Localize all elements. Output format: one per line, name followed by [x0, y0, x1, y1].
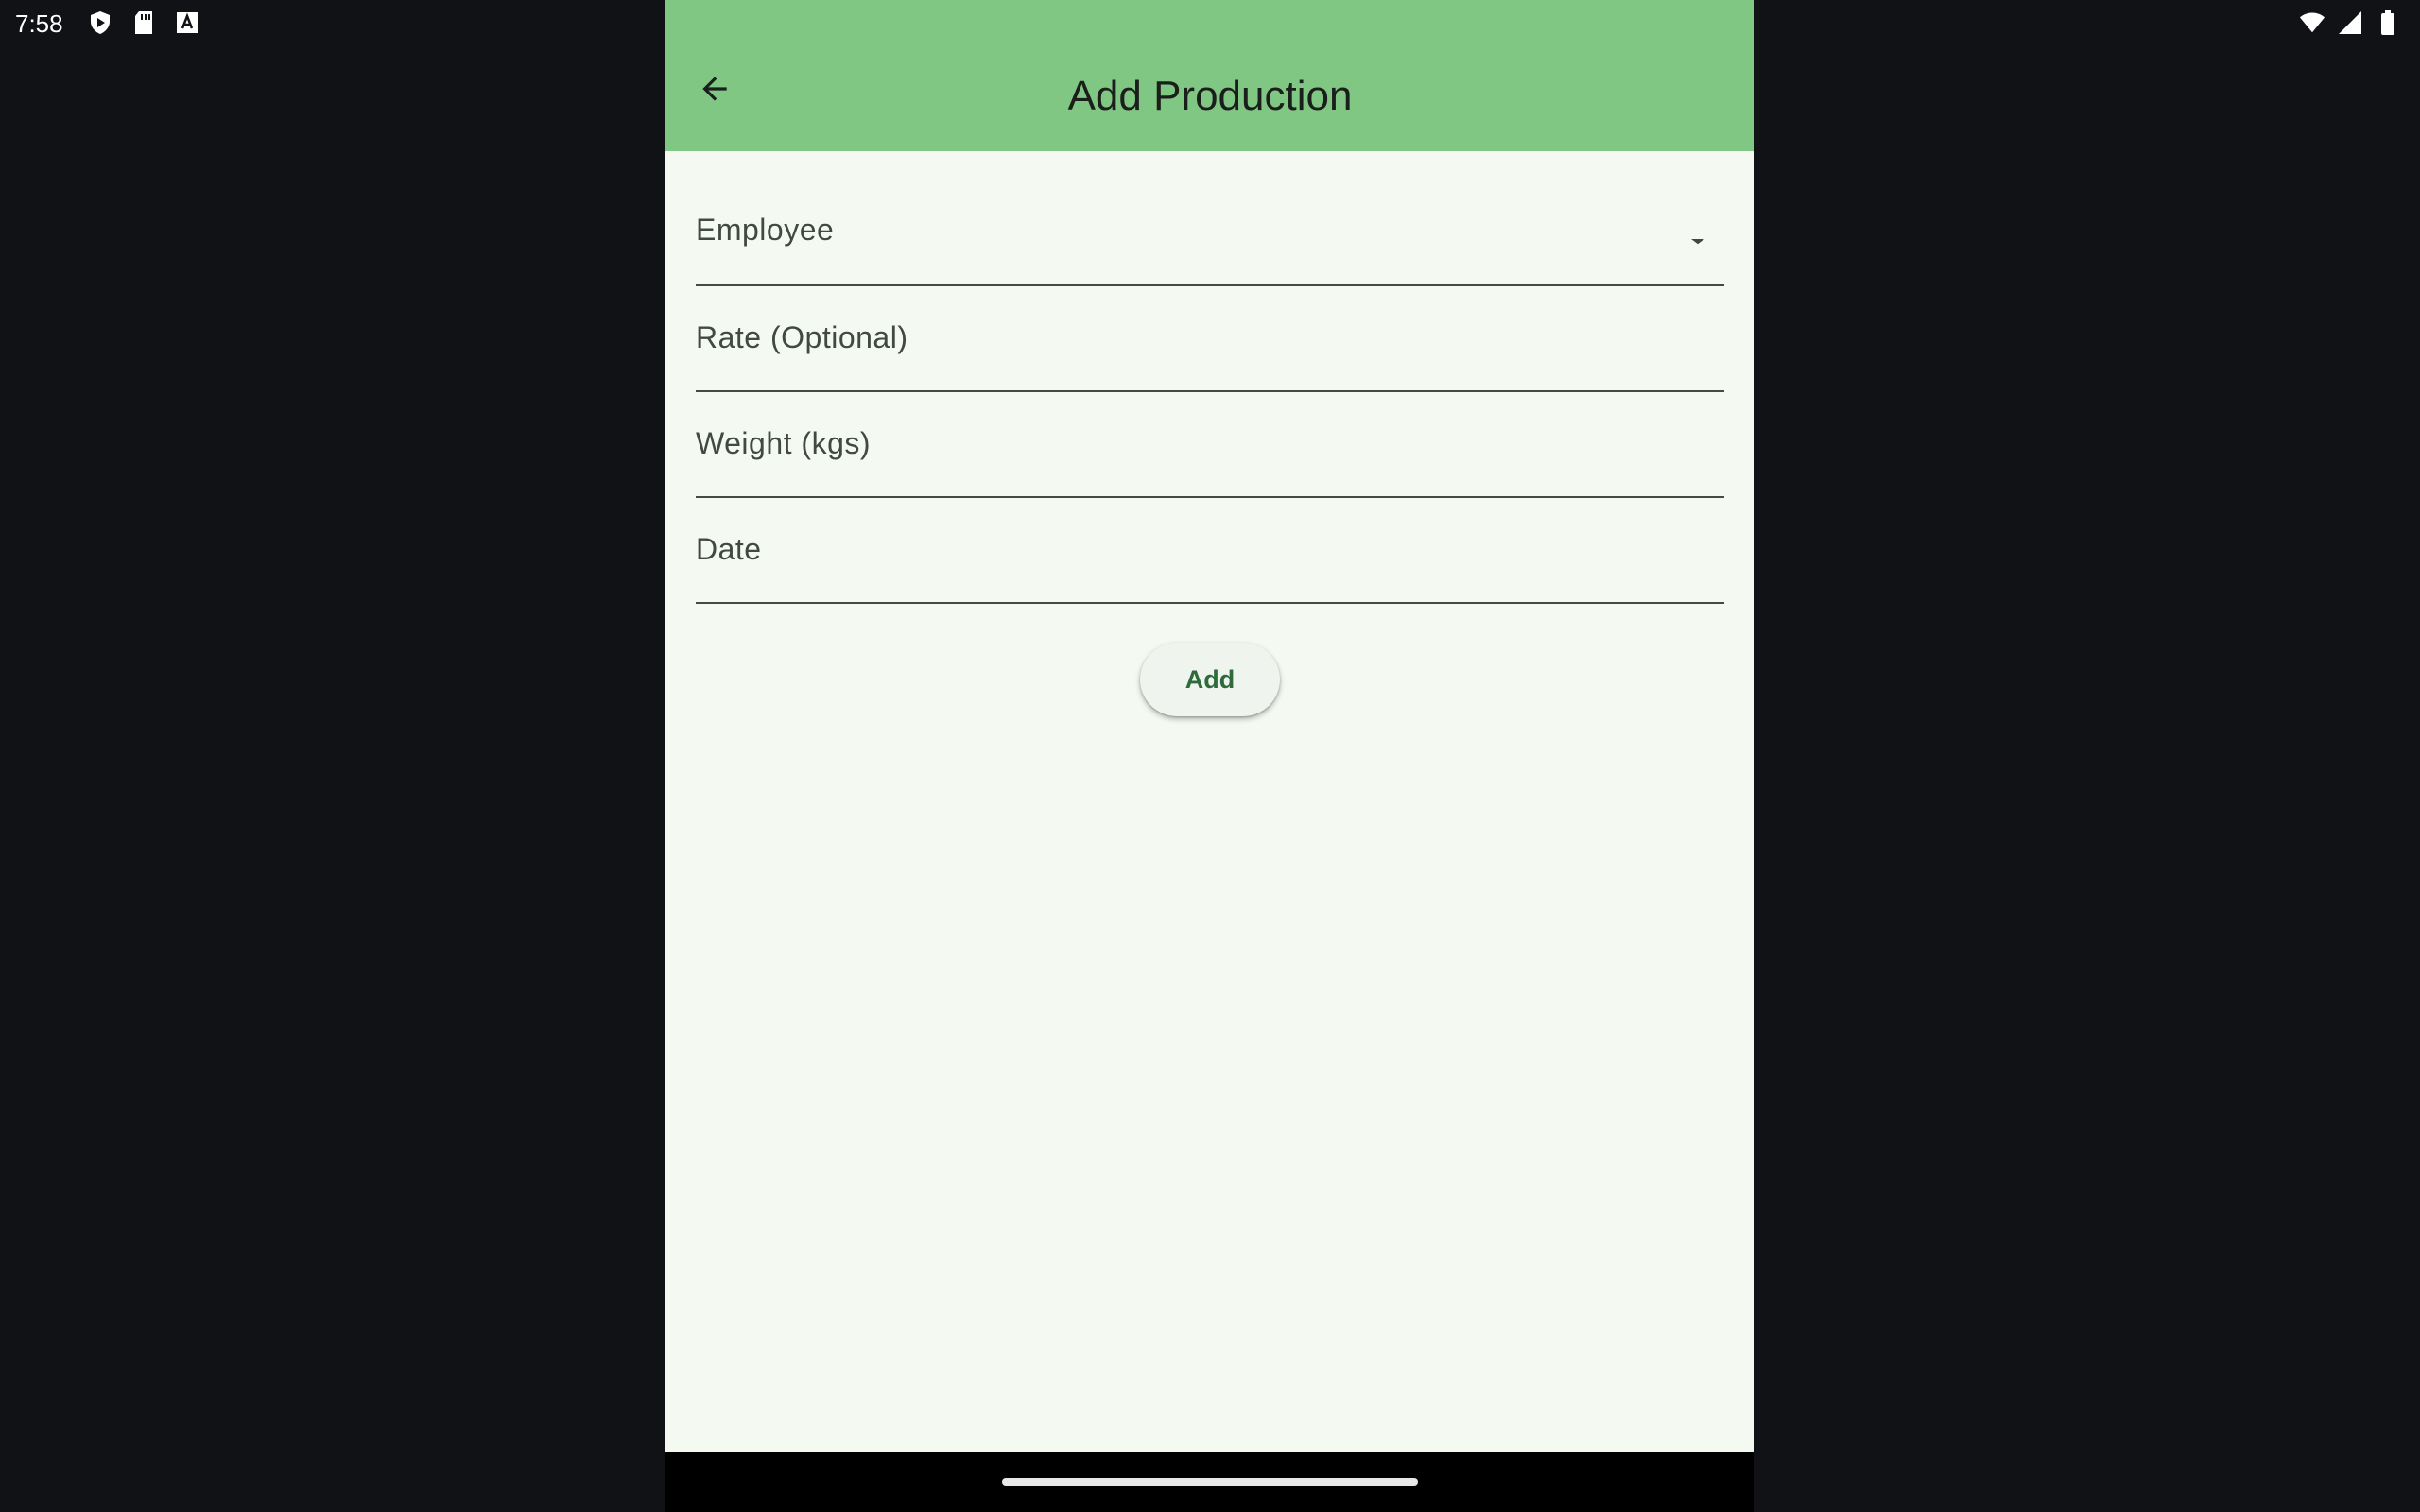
navigation-bar — [666, 1452, 1754, 1512]
rate-field[interactable]: Rate (Optional) — [696, 286, 1724, 392]
wifi-icon — [2299, 9, 2325, 36]
text-a-icon — [174, 9, 200, 36]
status-time: 7:58 — [15, 9, 63, 38]
play-protect-icon — [87, 9, 113, 36]
add-button[interactable]: Add — [1140, 643, 1280, 716]
weight-field[interactable]: Weight (kgs) — [696, 392, 1724, 498]
date-field[interactable]: Date — [696, 498, 1724, 604]
rate-label: Rate (Optional) — [696, 320, 908, 354]
app-bar: Add Production — [666, 0, 1754, 151]
production-form: Employee Rate (Optional) Weight (kgs) Da… — [696, 151, 1724, 604]
cellular-signal-icon — [2337, 9, 2363, 36]
weight-label: Weight (kgs) — [696, 426, 872, 460]
employee-label: Employee — [696, 213, 835, 247]
date-label: Date — [696, 532, 762, 566]
page-title: Add Production — [1067, 73, 1353, 119]
home-gesture-handle[interactable] — [1002, 1478, 1418, 1486]
sd-card-icon — [130, 9, 157, 36]
employee-dropdown[interactable]: Employee — [696, 151, 1724, 286]
battery-icon — [2375, 9, 2401, 36]
arrow-drop-down-icon — [1683, 228, 1713, 258]
app-window: Add Production Employee Rate (Optional) … — [666, 0, 1754, 1452]
